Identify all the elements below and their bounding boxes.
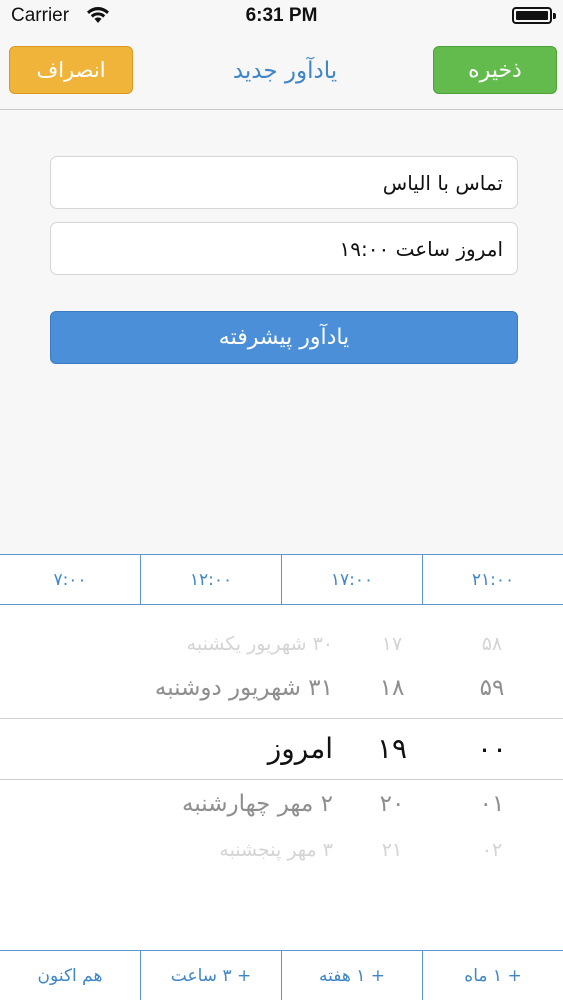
picker-minute: ۵۸ xyxy=(481,633,503,655)
page-title: یادآور جدید xyxy=(232,58,338,84)
battery-nub xyxy=(553,13,556,19)
reminder-title-input[interactable] xyxy=(50,156,518,209)
nav-bar: انصراف یادآور جدید ذخیره xyxy=(0,32,563,110)
picker-minute: ۰۱ xyxy=(479,791,505,817)
picker-hour-selected: ۱۹ xyxy=(376,732,408,765)
picker-day: ۳۱ شهریور دوشنبه xyxy=(154,675,333,701)
picker-hour: ۱۸ xyxy=(379,675,405,701)
quick-time-bar: ۷:۰۰ ۱۲:۰۰ ۱۷:۰۰ ۲۱:۰۰ xyxy=(0,554,563,605)
cancel-button[interactable]: انصراف xyxy=(9,46,133,94)
advanced-reminder-button[interactable]: یادآور پیشرفته xyxy=(50,311,518,364)
reminder-datetime-input[interactable] xyxy=(50,222,518,275)
picker-minute-selected: ۰۰ xyxy=(476,732,508,765)
quick-add-3-hours[interactable]: + ۳ ساعت xyxy=(141,951,282,1000)
picker-hour: ۲۱ xyxy=(381,839,403,861)
datetime-picker[interactable]: ۳۰ شهریور یکشنبه ۱۷ ۵۸ ۳۱ شهریور دوشنبه … xyxy=(0,605,563,950)
battery-icon xyxy=(512,7,556,24)
quick-add-now[interactable]: هم اکنون xyxy=(0,951,141,1000)
picker-hour: ۱۷ xyxy=(381,633,403,655)
save-button[interactable]: ذخیره xyxy=(433,46,557,94)
picker-day-selected: امروز xyxy=(267,732,333,765)
status-bar: Carrier 6:31 PM xyxy=(0,0,563,32)
picker-minute: ۵۹ xyxy=(479,675,505,701)
picker-hour: ۲۰ xyxy=(379,791,405,817)
quick-add-1-month[interactable]: + ۱ ماه xyxy=(423,951,563,1000)
quick-add-bar: هم اکنون + ۳ ساعت + ۱ هفته + ۱ ماه xyxy=(0,950,563,1000)
picker-day: ۳۰ شهریور یکشنبه xyxy=(186,633,333,655)
status-time: 6:31 PM xyxy=(245,5,318,26)
picker-day: ۲ مهر چهارشنبه xyxy=(181,791,333,817)
picker-day: ۳ مهر پنجشنبه xyxy=(219,839,333,861)
quick-time-1200[interactable]: ۱۲:۰۰ xyxy=(141,555,282,604)
battery-fill xyxy=(516,11,548,20)
quick-time-0700[interactable]: ۷:۰۰ xyxy=(0,555,141,604)
quick-time-1700[interactable]: ۱۷:۰۰ xyxy=(282,555,423,604)
quick-time-2100[interactable]: ۲۱:۰۰ xyxy=(423,555,563,604)
picker-minute: ۰۲ xyxy=(481,839,503,861)
quick-add-1-week[interactable]: + ۱ هفته xyxy=(282,951,423,1000)
